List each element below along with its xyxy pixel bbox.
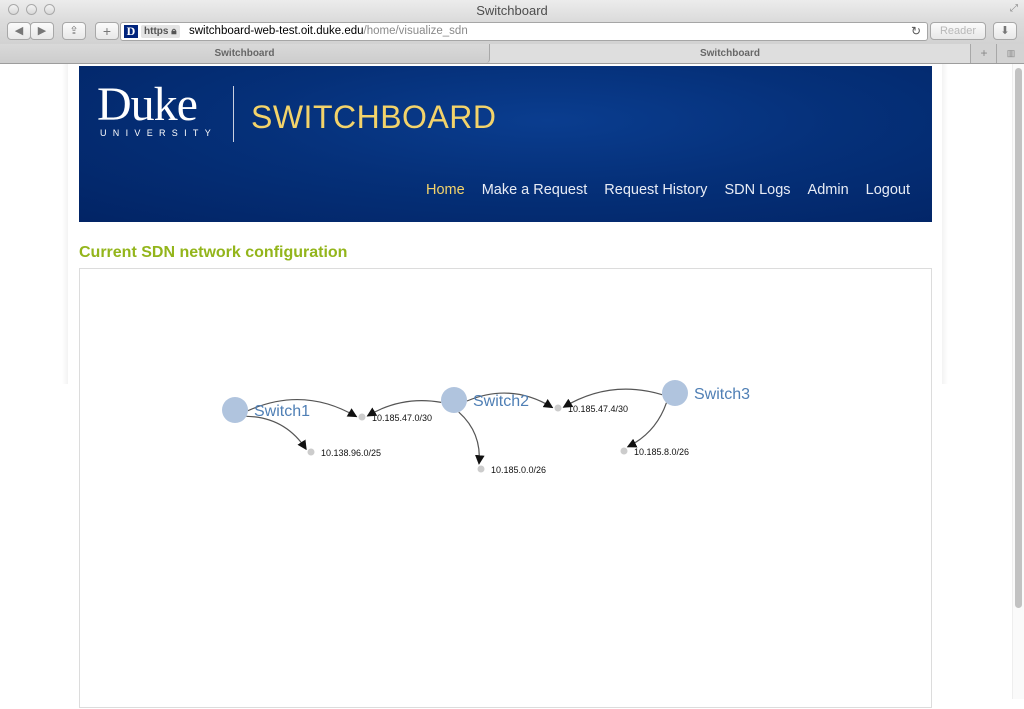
plus-icon: + [102, 23, 112, 39]
url-path: /home/visualize_sdn [363, 25, 468, 37]
subnet-label: 10.185.47.0/30 [372, 413, 432, 423]
subnet-node[interactable] [620, 447, 628, 455]
lock-icon: 🔒︎ [171, 26, 177, 37]
plus-icon: + [980, 46, 988, 60]
tab-overview-icon: ▥ [1006, 48, 1016, 58]
back-button[interactable]: ◀ [7, 22, 31, 40]
nav-sdn-logs[interactable]: SDN Logs [724, 182, 790, 198]
subnet-node[interactable] [307, 448, 315, 456]
subnet-label: 10.185.47.4/30 [568, 404, 628, 414]
download-icon: ⬇ [1000, 25, 1010, 37]
new-tab-button[interactable]: + [95, 22, 119, 40]
section-title: Current SDN network configuration [79, 244, 348, 261]
header-divider [233, 86, 234, 142]
back-arrow-icon: ◀ [14, 25, 24, 37]
fullscreen-icon[interactable]: ⤢ [1010, 3, 1018, 14]
nav-logout[interactable]: Logout [866, 182, 910, 198]
add-tab-button[interactable]: + [970, 44, 997, 63]
subnet-label: 10.185.0.0/26 [491, 465, 546, 475]
subnet-label: 10.138.96.0/25 [321, 448, 381, 458]
app-title: SWITCHBOARD [251, 99, 497, 135]
switch-label: Switch2 [473, 393, 529, 410]
subnet-node[interactable] [477, 465, 485, 473]
page-content: Duke UNIVERSITY SWITCHBOARD Home Make a … [0, 64, 1012, 708]
share-icon: ⇪ [69, 25, 79, 37]
main-nav: Home Make a Request Request History SDN … [426, 182, 910, 198]
forward-button[interactable]: ▶ [30, 22, 54, 40]
link-s3-n5 [626, 402, 667, 448]
duke-logo-subtitle: UNIVERSITY [100, 128, 218, 138]
browser-toolbar: ◀ ▶ ⇪ + D https 🔒︎ switchboard-web-test.… [0, 20, 1024, 44]
tab-bar: Switchboard Switchboard + ▥ [0, 44, 1024, 64]
share-button[interactable]: ⇪ [62, 22, 86, 40]
forward-arrow-icon: ▶ [37, 25, 47, 37]
subnet-node[interactable] [358, 413, 366, 421]
duke-logo-wordmark[interactable]: Duke [97, 80, 198, 130]
switch-node[interactable] [441, 387, 467, 413]
reader-button[interactable]: Reader [930, 22, 986, 40]
switch-node[interactable] [222, 397, 248, 423]
window-titlebar: Switchboard ⤢ [0, 0, 1024, 20]
page-shadow-left [62, 64, 68, 384]
downloads-button[interactable]: ⬇ [993, 22, 1017, 40]
url-text[interactable]: switchboard-web-test.oit.duke.edu/home/v… [189, 25, 468, 37]
vertical-scrollbar[interactable] [1012, 64, 1024, 699]
nav-home[interactable]: Home [426, 182, 465, 198]
tab-switchboard-1[interactable]: Switchboard [0, 44, 490, 63]
page-shadow-right [942, 64, 948, 384]
link-s2-n4 [458, 411, 485, 465]
switch-label: Switch3 [694, 386, 750, 403]
subnet-label: 10.185.8.0/26 [634, 447, 689, 457]
https-badge: https 🔒︎ [141, 25, 180, 38]
subnet-node[interactable] [554, 404, 562, 412]
address-bar[interactable]: D https 🔒︎ switchboard-web-test.oit.duke… [120, 22, 928, 41]
tab-overview-button[interactable]: ▥ [996, 44, 1024, 63]
switch-label: Switch1 [254, 403, 310, 420]
nav-request-history[interactable]: Request History [604, 182, 707, 198]
window-title: Switchboard [476, 3, 548, 18]
scrollbar-thumb[interactable] [1015, 68, 1022, 608]
network-visualization: 10.185.47.0/30 10.138.96.0/25 10.185.47.4/… [79, 268, 932, 708]
site-header: Duke UNIVERSITY SWITCHBOARD Home Make a … [79, 66, 932, 222]
network-graph[interactable]: 10.185.47.0/30 10.138.96.0/25 10.185.47.4/… [80, 269, 933, 709]
switch-node[interactable] [662, 380, 688, 406]
site-favicon: D [124, 25, 138, 38]
tab-switchboard-2[interactable]: Switchboard [490, 44, 970, 63]
link-s1-n2 [246, 415, 307, 451]
nav-admin[interactable]: Admin [808, 182, 849, 198]
nav-make-a-request[interactable]: Make a Request [482, 182, 588, 198]
https-label: https [144, 26, 169, 37]
url-host: switchboard-web-test.oit.duke.edu [189, 25, 364, 37]
reload-icon[interactable]: ↻ [911, 24, 921, 38]
